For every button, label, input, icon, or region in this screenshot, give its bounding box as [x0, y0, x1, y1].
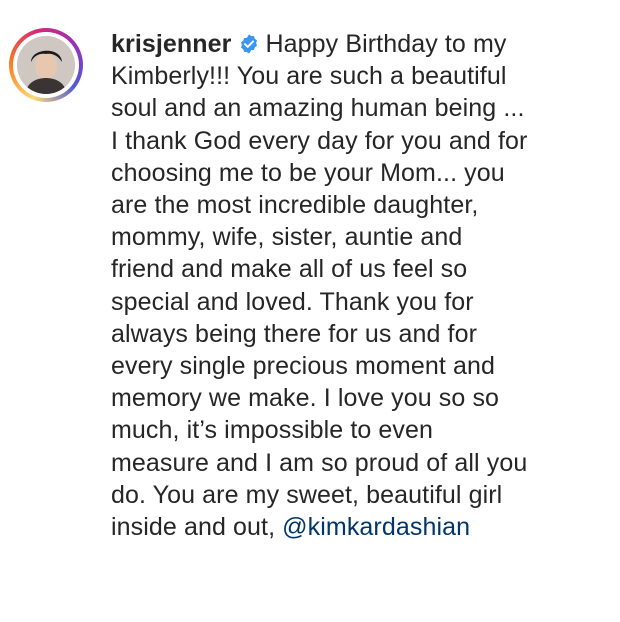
caption-line: mommy, wife, sister, auntie and	[111, 223, 463, 252]
mention-link[interactable]: @kimkardashian	[282, 513, 470, 541]
caption-line: Kimberly!!! You are such a beautiful	[111, 62, 507, 91]
username-link[interactable]: krisjenner	[111, 30, 232, 58]
instagram-caption-post: krisjenner Happy Birthday to my Kimberly!…	[0, 0, 620, 622]
caption-line: do. You are my sweet, beautiful girl	[111, 480, 503, 509]
caption-line: always being there for us and for	[111, 319, 478, 348]
caption-line: friend and make all of us feel so	[111, 255, 468, 284]
story-ring[interactable]	[9, 28, 83, 102]
caption-text: inside and out,	[111, 513, 276, 542]
verified-badge-icon	[240, 34, 257, 54]
caption-line: soul and an amazing human being ...	[111, 94, 525, 123]
post-caption: krisjenner Happy Birthday to my Kimberly!…	[111, 28, 606, 543]
caption-line: special and loved. Thank you for	[111, 287, 474, 316]
caption-line: choosing me to be your Mom... you	[111, 158, 505, 187]
caption-line: krisjenner Happy Birthday to my	[111, 28, 606, 60]
caption-line: every single precious moment and	[111, 352, 495, 381]
caption-line: I thank God every day for you and for	[111, 126, 528, 155]
caption-line: are the most incredible daughter,	[111, 191, 479, 220]
caption-line: much, it’s impossible to even	[111, 416, 434, 445]
caption-line: memory we make. I love you so so	[111, 384, 500, 413]
caption-line: inside and out, @kimkardashian	[111, 511, 606, 543]
profile-avatar[interactable]	[17, 36, 75, 94]
avatar-portrait-icon	[17, 36, 75, 94]
caption-text: Happy Birthday to my	[265, 30, 507, 58]
caption-line: measure and I am so proud of all you	[111, 448, 528, 477]
